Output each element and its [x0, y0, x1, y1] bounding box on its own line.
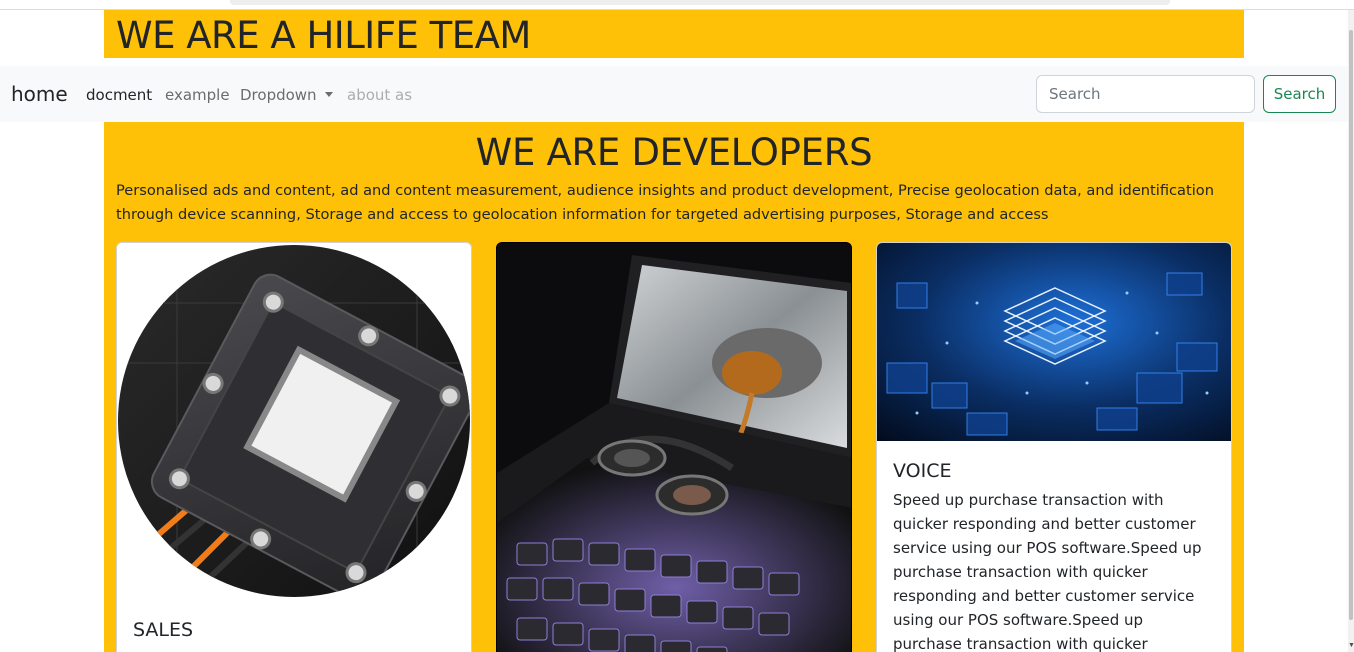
circuit-chip-image: [877, 243, 1231, 441]
card-sales: SALES: [116, 242, 472, 652]
card-text-voice: Speed up purchase transaction with quick…: [893, 491, 1202, 652]
tab-shadow: [230, 0, 1170, 5]
nav-link-example[interactable]: example: [165, 86, 230, 104]
hero-banner: WE ARE A HILIFE TEAM: [104, 10, 1244, 58]
browser-top-strip: [0, 0, 1354, 10]
laptop-keyboard-image: [497, 243, 851, 652]
card-title-sales: SALES: [133, 619, 194, 641]
card-image-cooler-module: [117, 243, 471, 599]
caret-down-icon: [324, 92, 333, 97]
navbar-brand[interactable]: home: [11, 82, 68, 106]
section-heading: WE ARE DEVELOPERS: [475, 131, 873, 174]
nav-link-docment[interactable]: docment: [86, 86, 152, 104]
scroll-down-arrow-icon[interactable]: ▼: [1348, 642, 1354, 650]
search-button[interactable]: Search: [1263, 75, 1336, 113]
page-scrollbar[interactable]: ▼: [1348, 10, 1354, 652]
card-voice: VOICE Speed up purchase transaction with…: [876, 242, 1232, 652]
intro-paragraph: Personalised ads and content, ad and con…: [116, 182, 1214, 223]
nav-dropdown-toggle[interactable]: Dropdown: [240, 86, 333, 104]
navbar: home docment example Dropdown about as S…: [0, 66, 1348, 122]
nav-dropdown-label: Dropdown: [240, 86, 317, 104]
nav-link-about: about as: [347, 86, 413, 104]
card-laptop: [496, 242, 852, 652]
cooler-module-image: [118, 245, 470, 597]
card-title-voice: VOICE: [893, 460, 952, 482]
scrollbar-thumb[interactable]: [1349, 30, 1353, 620]
hero-title: WE ARE A HILIFE TEAM: [116, 14, 531, 57]
card-image-laptop: [497, 243, 851, 652]
search-input[interactable]: [1036, 75, 1255, 113]
card-image-circuit-chip: [877, 243, 1231, 441]
main-section: WE ARE DEVELOPERS Personalised ads and c…: [104, 122, 1244, 652]
